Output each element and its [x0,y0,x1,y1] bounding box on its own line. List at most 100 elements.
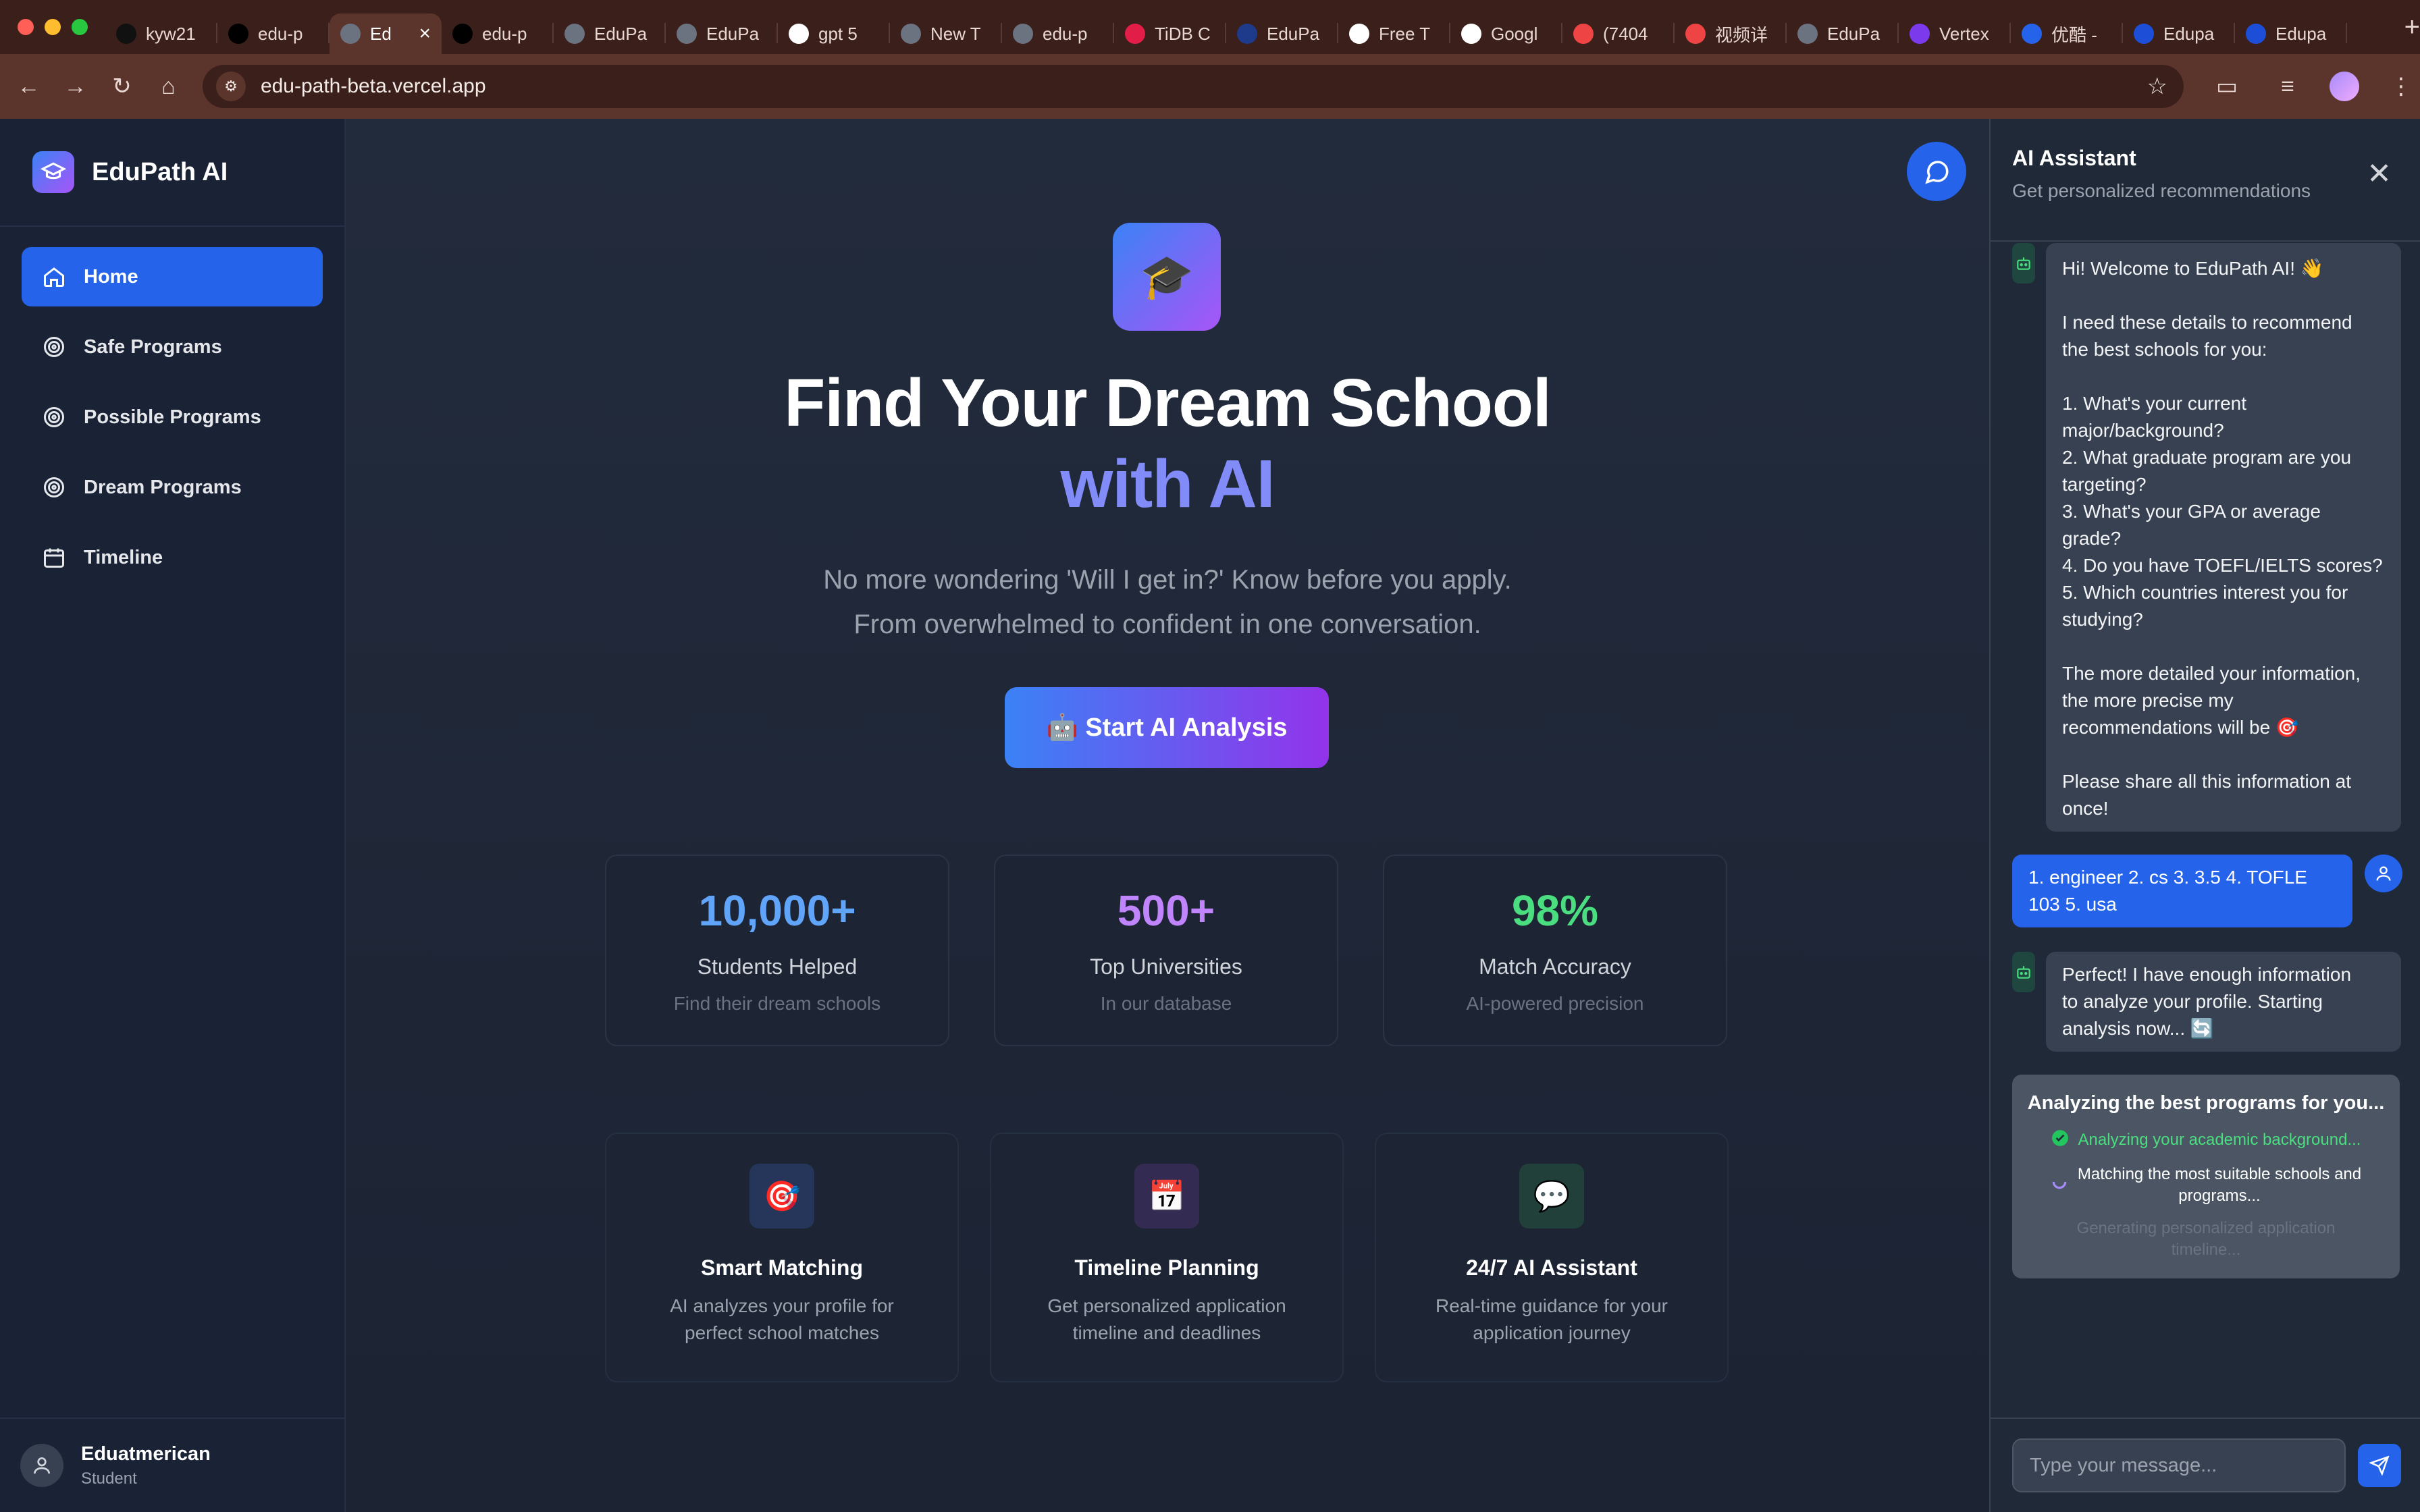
browser-tab-label: EduPa [594,23,648,44]
sidebar-item-dream-programs[interactable]: Dream Programs [22,458,323,517]
forward-icon[interactable]: → [57,68,93,105]
sidebar-item-possible-programs[interactable]: Possible Programs [22,387,323,447]
sidebar-item-label: Possible Programs [84,406,261,428]
message-line: recommendations will be 🎯 [2062,717,2299,738]
browser-tab[interactable]: Edupa [2123,14,2235,54]
back-icon[interactable]: ← [11,68,47,105]
browser-tab[interactable]: edu-p [1002,14,1114,54]
browser-tab[interactable]: EduPa [1226,14,1338,54]
browser-tab[interactable]: gpt 5 [778,14,890,54]
bot-message: Hi! Welcome to EduPath AI! 👋 I need thes… [2012,243,2401,832]
sidebar-item-label: Timeline [84,546,163,568]
close-icon[interactable]: ✕ [2367,157,2392,191]
browser-tab[interactable]: TiDB C [1114,14,1226,54]
browser-tab-label: Ed [370,23,392,44]
browser-tab[interactable]: EduPa [666,14,778,54]
sidebar-item-safe-programs[interactable]: Safe Programs [22,317,323,377]
youtube-icon [1573,24,1594,44]
target-icon [42,405,84,429]
browser-tab[interactable]: 优酷 - [2011,14,2123,54]
analysis-title: Analyzing the best programs for you... [2027,1092,2385,1114]
browser-tab[interactable]: Free T [1338,14,1450,54]
close-window-button[interactable] [18,19,34,35]
address-bar[interactable]: ⚙ edu-path-beta.vercel.app ☆ [202,65,2184,108]
browser-tab[interactable]: (7404 [1562,14,1675,54]
browser-tab[interactable]: Googl [1450,14,1562,54]
bookmark-star-icon[interactable]: ☆ [2147,73,2167,100]
chat-message-input[interactable] [2012,1438,2346,1492]
vercel-icon [452,24,473,44]
browser-tab[interactable]: kyw21 [105,14,217,54]
browser-tab-label: Free T [1379,23,1431,44]
brand[interactable]: EduPath AI [0,119,344,227]
send-icon[interactable] [2358,1444,2401,1487]
browser-tab[interactable]: New T [890,14,1002,54]
start-ai-analysis-button[interactable]: 🤖 Start AI Analysis [1005,687,1329,768]
browser-tab[interactable]: Edupa [2235,14,2347,54]
media-controls-icon[interactable]: ≡ [2269,68,2307,105]
spinner-icon [2051,1173,2068,1197]
stat-description: AI-powered precision [1466,993,1644,1014]
browser-tab-label: EduPa [706,23,760,44]
feature-description: AI analyzes your profile for perfect scho… [606,1293,957,1347]
feature-title: Smart Matching [700,1256,864,1280]
browser-tab[interactable]: EduPa [1787,14,1899,54]
message-line: Please share all this information at [2062,771,2351,792]
close-tab-icon[interactable]: × [419,22,431,45]
bot-message: Perfect! I have enough information to an… [2012,952,2401,1052]
url-text[interactable]: edu-path-beta.vercel.app [261,75,2147,98]
main-content: 🎓 Find Your Dream School with AI No more… [346,119,1989,1512]
target-icon [42,335,84,359]
user-profile[interactable]: Eduatmerican Student [0,1418,344,1512]
feature-title: Timeline Planning [1074,1256,1259,1280]
github-icon [116,24,136,44]
message-line: the more precise my [2062,690,2234,711]
message-line: 3. What's your GPA or average [2062,501,2321,522]
user-name: Eduatmerican [81,1442,211,1465]
browser-tab[interactable]: Ed × [330,14,442,54]
chat-subtitle: Get personalized recommendations [2012,180,2311,201]
maximize-window-button[interactable] [72,19,88,35]
window-controls [18,19,88,35]
sidebar-item-label: Safe Programs [84,335,222,358]
sidebar-item-home[interactable]: Home [22,247,323,306]
chat-header: AI Assistant Get personalized recommenda… [1991,119,2420,242]
google-icon [1461,24,1481,44]
analysis-progress-card: Analyzing the best programs for you... A… [2012,1075,2400,1278]
globe-icon [340,24,361,44]
hero-subtitle-line: No more wondering 'Will I get in?' Know … [823,565,1512,595]
site-info-icon[interactable]: ⚙ [215,72,246,101]
analysis-step-text: Matching the most suitable schools and [2077,1165,2362,1183]
analysis-step-done: Analyzing your academic background... [2012,1129,2400,1153]
minimize-window-button[interactable] [45,19,61,35]
new-tab-button[interactable]: + [2404,12,2420,43]
message-line: 103 5. usa [2028,894,2117,915]
stat-label: Top Universities [1090,954,1242,979]
browser-tab[interactable]: Vertex [1899,14,2011,54]
hero-subtitle-line: From overwhelmed to confident in one con… [853,610,1481,639]
cast-icon[interactable]: ▭ [2208,68,2246,105]
browser-tab-label: edu-p [482,23,527,44]
analysis-step-text: Analyzing your academic background... [2078,1131,2361,1149]
chat-input-bar [1991,1418,2420,1512]
browser-menu-icon[interactable]: ⋮ [2382,68,2420,105]
chat-toggle-button[interactable] [1907,142,1966,201]
vertex-icon [1910,24,1930,44]
browser-tab[interactable]: 视频详 [1675,14,1787,54]
message-line: 1. What's your current [2062,393,2246,414]
browser-tab[interactable]: EduPa [554,14,666,54]
browser-toolbar: ← → ↻ ⌂ ⚙ edu-path-beta.vercel.app ☆ ▭ ≡… [0,54,2420,119]
browser-tab-label: (7404 [1603,23,1648,44]
reload-icon[interactable]: ↻ [104,68,140,105]
user-role: Student [81,1469,137,1488]
google-icon [789,24,809,44]
browser-tab[interactable]: edu-p [217,14,330,54]
hero-subtitle: No more wondering 'Will I get in?' Know … [346,558,1989,647]
sidebar-item-timeline[interactable]: Timeline [22,528,323,587]
home-browser-icon[interactable]: ⌂ [151,68,186,105]
browser-tab[interactable]: edu-p [442,14,554,54]
sidebar-item-label: Home [84,265,138,288]
globe-icon [677,24,697,44]
profile-avatar[interactable] [2330,72,2359,101]
browser-tab-label: New T [930,23,981,44]
